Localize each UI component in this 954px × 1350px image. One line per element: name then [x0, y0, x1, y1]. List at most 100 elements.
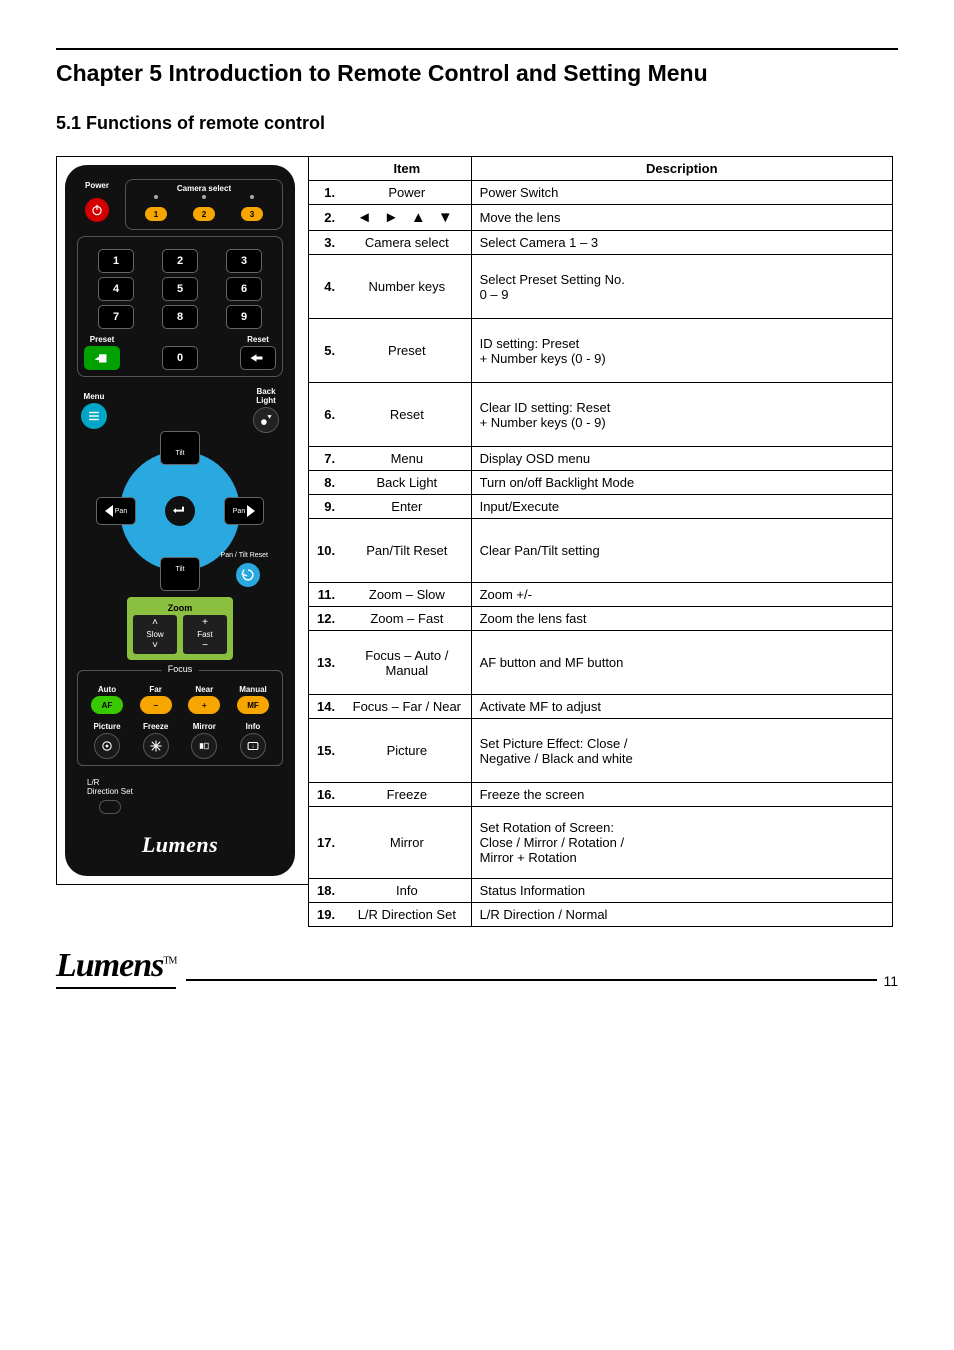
row-index: 13. [309, 631, 344, 695]
row-item: L/R Direction Set [343, 903, 471, 927]
chapter-title: Chapter 5 Introduction to Remote Control… [56, 60, 898, 87]
focus-near-button[interactable]: + [188, 696, 220, 714]
row-index: 12. [309, 607, 344, 631]
row-item: Info [343, 879, 471, 903]
tilt-up-button[interactable]: Tilt [160, 431, 200, 465]
reset-label: Reset [247, 335, 269, 344]
zoom-fast-rocker[interactable]: + Fast − [183, 615, 227, 654]
remote-image-cell: Power Camera select 1 2 3 [56, 156, 308, 885]
row-index: 10. [309, 519, 344, 583]
row-index: 7. [309, 447, 344, 471]
power-button[interactable] [85, 198, 109, 222]
zoom-block: Zoom ˄ Slow ˅ + Fast − [127, 597, 233, 660]
backlight-button[interactable] [253, 407, 279, 433]
row-description: Input/Execute [471, 495, 892, 519]
numkey-2[interactable]: 2 [162, 249, 198, 273]
info-label: Info [246, 722, 261, 731]
row-description: L/R Direction / Normal [471, 903, 892, 927]
lr-direction-button[interactable] [99, 800, 121, 814]
numkey-7[interactable]: 7 [98, 305, 134, 329]
row-index: 2. [309, 205, 344, 231]
menu-button[interactable] [81, 403, 107, 429]
reset-icon [241, 568, 255, 582]
row-description: Freeze the screen [471, 783, 892, 807]
numkey-4[interactable]: 4 [98, 277, 134, 301]
camera-select-2[interactable]: 2 [193, 207, 215, 221]
zoom-slow-label: Slow [146, 630, 163, 639]
menu-label: Menu [84, 392, 105, 401]
focus-manual-label: Manual [239, 685, 267, 694]
numkey-5[interactable]: 5 [162, 277, 198, 301]
row-description: Zoom the lens fast [471, 607, 892, 631]
power-icon [90, 203, 104, 217]
mf-button[interactable]: MF [237, 696, 269, 714]
row-description: Display OSD menu [471, 447, 892, 471]
direction-arrows-icon: ◄ ► ▲ ▼ [357, 209, 457, 226]
row-description: Set Picture Effect: Close / Negative / B… [471, 719, 892, 783]
row-item: Camera select [343, 231, 471, 255]
numkey-8[interactable]: 8 [162, 305, 198, 329]
row-description: Zoom +/- [471, 583, 892, 607]
pan-left-button[interactable]: Pan [96, 497, 136, 525]
page-number: 11 [883, 973, 898, 989]
pan-right-button[interactable]: Pan [224, 497, 264, 525]
focus-far-button[interactable]: − [140, 696, 172, 714]
row-item: Zoom – Fast [343, 607, 471, 631]
numkey-6[interactable]: 6 [226, 277, 262, 301]
row-description: Turn on/off Backlight Mode [471, 471, 892, 495]
numkey-0[interactable]: 0 [162, 346, 198, 370]
number-pad: 1 2 3 4 5 6 7 8 9 [77, 236, 283, 377]
preset-button[interactable] [84, 346, 120, 370]
section-title: 5.1 Functions of remote control [56, 113, 898, 134]
row-description: Power Switch [471, 181, 892, 205]
mirror-button[interactable] [191, 733, 217, 759]
row-index: 19. [309, 903, 344, 927]
pan-tilt-reset-button[interactable] [236, 563, 260, 587]
info-icon: i [246, 739, 260, 753]
numkey-9[interactable]: 9 [226, 305, 262, 329]
footer-brand: LumensTM [56, 947, 176, 989]
camera-select-leds [132, 195, 276, 199]
freeze-button[interactable] [143, 733, 169, 759]
focus-block: Focus Auto AF Far − Near + [77, 670, 283, 766]
enter-button[interactable] [165, 496, 195, 526]
enter-icon [172, 505, 188, 517]
row-item: Focus – Auto / Manual [343, 631, 471, 695]
svg-text:i: i [252, 744, 253, 750]
camera-select-label: Camera select [132, 184, 276, 193]
numkey-3[interactable]: 3 [226, 249, 262, 273]
row-description: Move the lens [471, 205, 892, 231]
info-button[interactable]: i [240, 733, 266, 759]
row-item: Focus – Far / Near [343, 695, 471, 719]
af-button[interactable]: AF [91, 696, 123, 714]
row-index: 5. [309, 319, 344, 383]
camera-select-3[interactable]: 3 [241, 207, 263, 221]
camera-select-1[interactable]: 1 [145, 207, 167, 221]
row-item: Freeze [343, 783, 471, 807]
row-item: Zoom – Slow [343, 583, 471, 607]
chevron-down-icon: ˅ [152, 641, 158, 651]
tilt-down-button[interactable]: Tilt [160, 557, 200, 591]
row-description: Clear ID setting: Reset + Number keys (0… [471, 383, 892, 447]
zoom-fast-label: Fast [197, 630, 213, 639]
row-index: 18. [309, 879, 344, 903]
focus-far-label: Far [149, 685, 161, 694]
pan-label: Pan [233, 508, 245, 515]
plus-icon: + [202, 618, 208, 628]
minus-icon: − [202, 641, 208, 651]
zoom-slow-rocker[interactable]: ˄ Slow ˅ [133, 615, 177, 654]
mirror-icon [197, 739, 211, 753]
row-description: AF button and MF button [471, 631, 892, 695]
row-description: Select Camera 1 – 3 [471, 231, 892, 255]
numkey-1[interactable]: 1 [98, 249, 134, 273]
row-item: ◄ ► ▲ ▼ [343, 205, 471, 231]
preset-label: Preset [90, 335, 114, 344]
reset-button[interactable] [240, 346, 276, 370]
row-item: Enter [343, 495, 471, 519]
picture-button[interactable] [94, 733, 120, 759]
row-description: Clear Pan/Tilt setting [471, 519, 892, 583]
lr-direction-label: L/R Direction Set [87, 778, 283, 796]
chevron-up-icon: ˄ [152, 618, 158, 628]
table-header-description: Description [471, 157, 892, 181]
row-item: Menu [343, 447, 471, 471]
